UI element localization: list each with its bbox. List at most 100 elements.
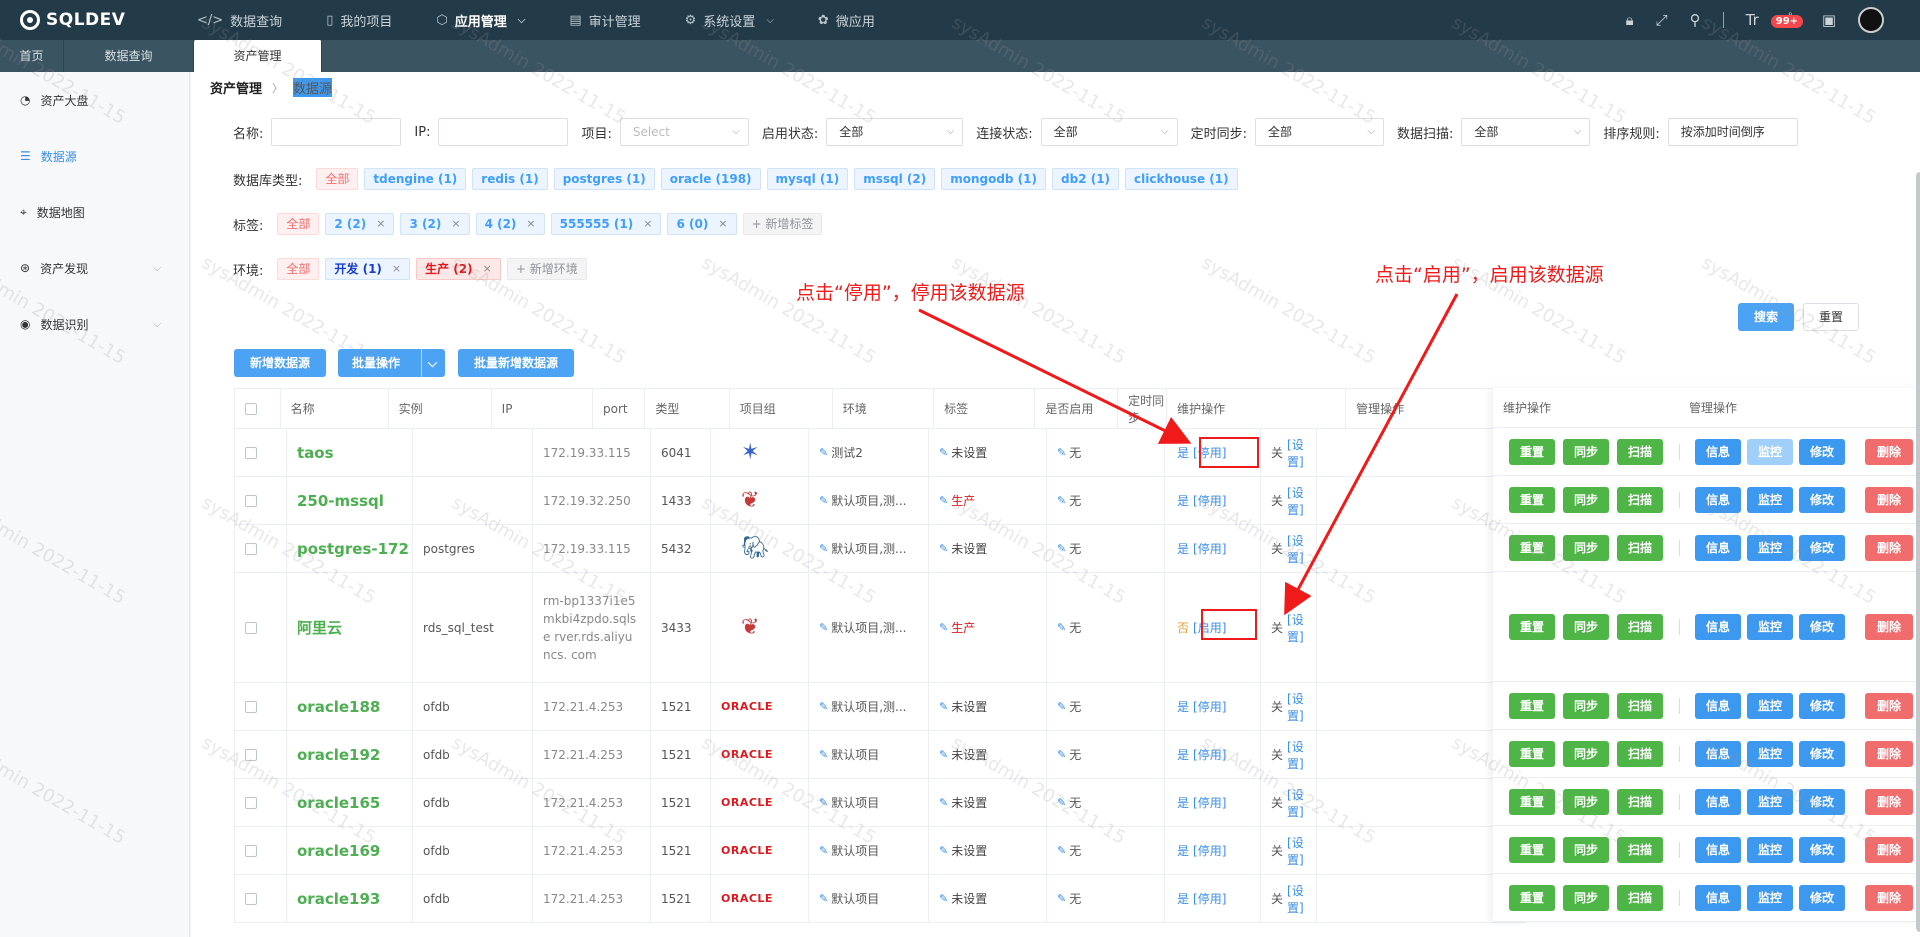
sync-select[interactable]: 全部 ⌵ — [1255, 118, 1385, 146]
scan-button[interactable]: 扫描 — [1617, 439, 1663, 465]
sort-select[interactable]: 按添加时间倒序 — [1667, 118, 1798, 146]
nav-code[interactable]: </> 数据查询 — [197, 0, 282, 40]
edit-icon[interactable]: ✎ — [1057, 494, 1066, 507]
tab-asset-management[interactable]: 资产管理 — [194, 40, 322, 72]
delete-button[interactable]: 删除 — [1865, 693, 1913, 719]
row-checkbox[interactable] — [245, 700, 257, 713]
close-icon[interactable]: × — [392, 259, 401, 279]
sidebar-item-0[interactable]: ◔ 资产大盘 — [0, 72, 189, 128]
breadcrumb-root[interactable]: 资产管理 — [210, 78, 262, 97]
db-type-tag[interactable]: mysql (1) — [766, 168, 849, 190]
close-icon[interactable]: × — [643, 214, 652, 234]
nav-folder[interactable]: ▯ 我的项目 — [326, 0, 392, 40]
datasource-name[interactable]: oracle188 — [297, 698, 380, 716]
edit-icon[interactable]: ✎ — [939, 494, 948, 507]
edit-icon[interactable]: ✎ — [1057, 621, 1066, 634]
ip-filter-input[interactable] — [438, 118, 569, 146]
reset-button[interactable]: 重置 — [1509, 741, 1555, 767]
env-prod[interactable]: 生产 (2) × — [416, 258, 501, 280]
db-type-all[interactable]: 全部 — [316, 168, 359, 190]
scan-button[interactable]: 扫描 — [1617, 837, 1663, 863]
nav-gear[interactable]: ⚙︎ 系统设置 ⌵ — [685, 0, 774, 40]
reset-button[interactable]: 重置 — [1509, 439, 1555, 465]
edit-icon[interactable]: ✎ — [1057, 796, 1066, 809]
sync-button[interactable]: 同步 — [1563, 885, 1609, 911]
sync-button[interactable]: 同步 — [1563, 837, 1609, 863]
edit-button[interactable]: 修改 — [1799, 885, 1845, 911]
reset-button[interactable]: 重置 — [1509, 693, 1555, 719]
nav-flower[interactable]: ✿ 微应用 — [818, 0, 875, 40]
add-tag-button[interactable]: + 新增标签 — [742, 213, 823, 235]
sync-settings-link[interactable]: [设置] — [1287, 834, 1316, 868]
toggle-enable-link[interactable]: [停用] — [1193, 842, 1226, 859]
sync-settings-link[interactable]: [设置] — [1287, 882, 1316, 916]
sync-settings-link[interactable]: [设置] — [1287, 738, 1316, 772]
batch-new-datasource-button[interactable]: 批量新增数据源 — [458, 349, 574, 377]
tag-item[interactable]: 6 (0) × — [667, 213, 737, 235]
conn-status-select[interactable]: 全部 ⌵ — [1040, 118, 1178, 146]
add-env-button[interactable]: + 新增环境 — [506, 258, 587, 280]
edit-icon[interactable]: ✎ — [819, 748, 828, 761]
edit-icon[interactable]: ✎ — [1057, 542, 1066, 555]
tag-item[interactable]: 555555 (1) × — [550, 213, 662, 235]
edit-button[interactable]: 修改 — [1799, 614, 1845, 640]
toggle-enable-link[interactable]: [停用] — [1193, 746, 1226, 763]
close-icon[interactable]: × — [451, 214, 460, 234]
sync-settings-link[interactable]: [设置] — [1287, 611, 1316, 645]
env-all[interactable]: 全部 — [277, 258, 320, 280]
nav-doc[interactable]: ▤ 审计管理 — [569, 0, 640, 40]
datasource-name[interactable]: oracle192 — [297, 746, 380, 764]
monitor-button[interactable]: 监控 — [1747, 439, 1793, 465]
avatar[interactable] — [1858, 7, 1884, 33]
edit-button[interactable]: 修改 — [1799, 789, 1845, 815]
scan-button[interactable]: 扫描 — [1617, 535, 1663, 561]
sidebar-item-1[interactable]: ☰ 数据源 — [0, 128, 189, 184]
datasource-name[interactable]: 阿里云 — [297, 617, 342, 638]
project-select[interactable]: Select ⌵ — [619, 118, 749, 146]
app-logo[interactable]: SQLDEV — [20, 8, 125, 32]
row-checkbox[interactable] — [245, 748, 257, 761]
edit-button[interactable]: 修改 — [1799, 439, 1845, 465]
monitor-button[interactable]: 监控 — [1747, 693, 1793, 719]
edit-icon[interactable]: ✎ — [819, 700, 828, 713]
tab-data-query[interactable]: 数据查询 — [64, 40, 194, 72]
sidebar-item-2[interactable]: ⌖ 数据地图 — [0, 184, 189, 240]
db-type-tag[interactable]: oracle (198) — [660, 168, 761, 190]
row-checkbox[interactable] — [245, 796, 257, 809]
edit-icon[interactable]: ✎ — [819, 446, 828, 459]
edit-icon[interactable]: ✎ — [939, 446, 948, 459]
edit-icon[interactable]: ✎ — [1057, 446, 1066, 459]
batch-ops-button[interactable]: 批量操作 ⌵ — [338, 349, 445, 377]
edit-icon[interactable]: ✎ — [1057, 844, 1066, 857]
delete-button[interactable]: 删除 — [1865, 487, 1913, 513]
db-type-tag[interactable]: mongodb (1) — [941, 168, 1047, 190]
sync-button[interactable]: 同步 — [1563, 693, 1609, 719]
sync-button[interactable]: 同步 — [1563, 535, 1609, 561]
edit-icon[interactable]: ✎ — [819, 892, 828, 905]
toggle-enable-link[interactable]: [停用] — [1193, 698, 1226, 715]
db-type-tag[interactable]: postgres (1) — [553, 168, 655, 190]
info-button[interactable]: 信息 — [1695, 614, 1741, 640]
info-button[interactable]: 信息 — [1695, 885, 1741, 911]
tag-item[interactable]: 3 (2) × — [400, 213, 470, 235]
tag-all[interactable]: 全部 — [277, 213, 320, 235]
edit-icon[interactable]: ✎ — [939, 700, 948, 713]
font-size-icon[interactable]: Tr — [1746, 11, 1759, 29]
monitor-button[interactable]: 监控 — [1747, 885, 1793, 911]
fullscreen-icon[interactable]: ⤢ — [1656, 11, 1668, 29]
sync-button[interactable]: 同步 — [1563, 789, 1609, 815]
edit-button[interactable]: 修改 — [1799, 741, 1845, 767]
info-button[interactable]: 信息 — [1695, 837, 1741, 863]
datasource-name[interactable]: oracle165 — [297, 794, 380, 812]
monitor-button[interactable]: 监控 — [1747, 789, 1793, 815]
close-icon[interactable]: × — [526, 214, 535, 234]
tab-home[interactable]: 首页 — [0, 40, 64, 72]
delete-button[interactable]: 删除 — [1865, 885, 1913, 911]
scan-button[interactable]: 扫描 — [1617, 741, 1663, 767]
info-button[interactable]: 信息 — [1695, 741, 1741, 767]
delete-button[interactable]: 删除 — [1865, 741, 1913, 767]
nav-cube[interactable]: ⬡ 应用管理 ⌵ — [436, 0, 525, 40]
db-type-tag[interactable]: clickhouse (1) — [1125, 168, 1238, 190]
toggle-enable-link[interactable]: [停用] — [1193, 540, 1226, 557]
db-type-tag[interactable]: tdengine (1) — [364, 168, 467, 190]
